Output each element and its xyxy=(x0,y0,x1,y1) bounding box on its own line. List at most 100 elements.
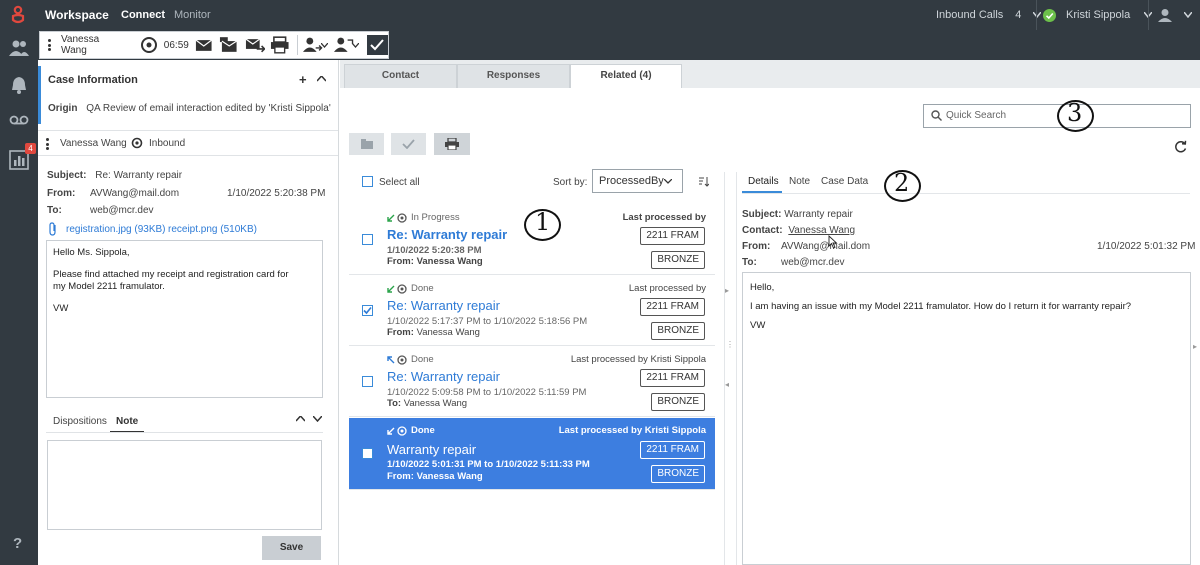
disposition-tabs: Dispositions Note xyxy=(46,411,323,433)
tab-contact[interactable]: Contact xyxy=(344,64,457,88)
status-text: In Progress xyxy=(411,212,460,223)
last-processed: Last processed by Kristi Sippola xyxy=(558,425,706,436)
tab-monitor[interactable]: Monitor xyxy=(174,9,211,21)
agent-name: Kristi Sippola xyxy=(1066,9,1131,21)
subject-label: Subject: xyxy=(47,170,87,181)
collapse-right-icon[interactable]: ▸ xyxy=(725,286,729,295)
related-interaction-card[interactable]: Done Re: Warranty repair 1/10/2022 5:09:… xyxy=(349,347,715,417)
detail-email-body[interactable]: Hello, I am having an issue with my Mode… xyxy=(742,272,1191,565)
chevron-down-icon[interactable] xyxy=(313,416,322,422)
select-all-checkbox[interactable] xyxy=(362,176,373,187)
chevron-down-icon[interactable] xyxy=(321,42,329,48)
tab-responses[interactable]: Responses xyxy=(457,64,570,88)
detail-subject-label: Subject: xyxy=(742,209,782,220)
chevron-down-icon xyxy=(1033,12,1042,18)
reply-email-icon[interactable] xyxy=(193,36,215,54)
tag-badge: 2211 FRAM xyxy=(640,369,705,387)
interaction-title: Re: Warranty repair xyxy=(387,227,508,242)
detail-subject: Subject: Warranty repair xyxy=(742,209,853,220)
related-interaction-card[interactable]: Done Re: Warranty repair 1/10/2022 5:17:… xyxy=(349,276,715,346)
genesys-logo-icon xyxy=(11,5,25,24)
row-checkbox-checked[interactable] xyxy=(362,305,373,316)
tab-case-data[interactable]: Case Data xyxy=(821,176,868,187)
tag-badge: BRONZE xyxy=(651,393,705,411)
outbound-arrow-icon xyxy=(387,355,395,363)
mark-done-button[interactable] xyxy=(366,35,388,55)
inbound-calls-count: 4 xyxy=(1015,9,1022,21)
tab-note[interactable]: Note xyxy=(116,416,138,427)
tab-connect[interactable]: Connect xyxy=(121,9,165,21)
tab-note[interactable]: Note xyxy=(789,176,810,187)
interaction-timer: 06:59 xyxy=(163,39,189,51)
interaction-title: Re: Warranty repair xyxy=(387,369,500,384)
voicemail-icon[interactable] xyxy=(9,110,29,130)
annotation-number: 2 xyxy=(894,169,910,197)
collapse-left-icon[interactable]: ◂ xyxy=(725,380,729,389)
tag-badge: BRONZE xyxy=(651,251,705,269)
row-checkbox[interactable] xyxy=(362,448,373,459)
inbound-arrow-icon xyxy=(387,427,395,435)
note-textarea[interactable] xyxy=(47,440,322,530)
interaction-contact-name: Vanessa Wang xyxy=(61,34,100,56)
annotation-number: 1 xyxy=(535,208,551,236)
detail-body-line: VW xyxy=(750,320,766,332)
splitter-handle-icon[interactable]: ⋮ xyxy=(726,340,734,349)
case-direction: Inbound xyxy=(149,138,186,149)
email-interaction-icon xyxy=(141,37,158,53)
reply-all-icon[interactable] xyxy=(218,36,240,54)
user-menu[interactable] xyxy=(1158,0,1192,30)
tab-dispositions[interactable]: Dispositions xyxy=(53,416,107,427)
interaction-date: 1/10/2022 5:01:31 PM to 1/10/2022 5:11:3… xyxy=(387,459,590,470)
detail-to-label: To: xyxy=(742,257,757,268)
tab-details[interactable]: Details xyxy=(748,176,779,187)
sort-direction-icon[interactable] xyxy=(698,176,709,187)
consult-icon[interactable] xyxy=(332,36,354,54)
from-value: AVWang@mail.dom xyxy=(90,188,180,199)
agent-status[interactable]: Kristi Sippola xyxy=(1043,0,1153,30)
transfer-icon[interactable] xyxy=(302,36,324,54)
details-tabs: Details Note Case Data xyxy=(742,172,1190,194)
row-checkbox[interactable] xyxy=(362,234,373,245)
more-options-icon[interactable] xyxy=(46,138,49,150)
detail-contact-link[interactable]: Vanessa Wang xyxy=(788,225,855,236)
print-button[interactable] xyxy=(434,133,470,155)
ready-status-icon xyxy=(1043,8,1056,22)
interaction-status: In Progress xyxy=(387,212,460,223)
add-icon[interactable]: + xyxy=(299,72,307,87)
last-processed: Last processed by Kristi Sippola xyxy=(570,354,706,365)
open-folder-button[interactable] xyxy=(349,133,384,155)
detail-date: 1/10/2022 5:01:32 PM xyxy=(1097,241,1196,252)
help-icon[interactable]: ? xyxy=(13,535,22,552)
chevron-up-icon[interactable] xyxy=(296,416,305,422)
mark-done-button[interactable] xyxy=(391,133,426,155)
chevron-down-icon[interactable] xyxy=(351,42,359,48)
more-options-icon[interactable] xyxy=(48,39,51,51)
print-icon[interactable] xyxy=(269,36,291,54)
inbound-calls[interactable]: Inbound Calls 4 xyxy=(936,0,1042,30)
contacts-icon[interactable] xyxy=(9,38,29,58)
chevron-up-icon[interactable] xyxy=(317,76,326,82)
forward-email-icon[interactable] xyxy=(244,36,266,54)
attachment-link[interactable]: receipt.png (510KB) xyxy=(168,224,257,235)
print-icon xyxy=(445,138,459,150)
inbound-arrow-icon xyxy=(387,285,395,293)
email-body-line: VW xyxy=(53,302,69,314)
sort-select[interactable]: ProcessedBy xyxy=(592,169,683,193)
row-checkbox[interactable] xyxy=(362,376,373,387)
save-button[interactable]: Save xyxy=(262,536,321,560)
user-profile-icon xyxy=(1158,9,1172,22)
case-information: Case Information + Origin QA Review of e… xyxy=(38,66,338,124)
collapse-right-icon[interactable]: ▸ xyxy=(1193,342,1197,351)
related-interaction-card-selected[interactable]: Done Warranty repair 1/10/2022 5:01:31 P… xyxy=(349,418,715,490)
party-name: Vanessa Wang xyxy=(416,256,483,267)
refresh-icon[interactable] xyxy=(1174,140,1187,153)
interaction-date: 1/10/2022 5:09:58 PM to 1/10/2022 5:11:5… xyxy=(387,387,587,398)
tab-related[interactable]: Related (4) xyxy=(570,64,682,88)
email-body[interactable]: Hello Ms. Sippola, Please find attached … xyxy=(46,240,323,398)
chevron-down-icon xyxy=(1184,12,1192,18)
attachment-link[interactable]: registration.jpg (93KB) xyxy=(66,224,166,235)
notifications-bell-icon[interactable] xyxy=(9,75,29,95)
case-information-title: Case Information xyxy=(48,74,138,86)
inbound-calls-label: Inbound Calls xyxy=(936,9,1004,21)
checkmark-icon xyxy=(402,139,415,149)
